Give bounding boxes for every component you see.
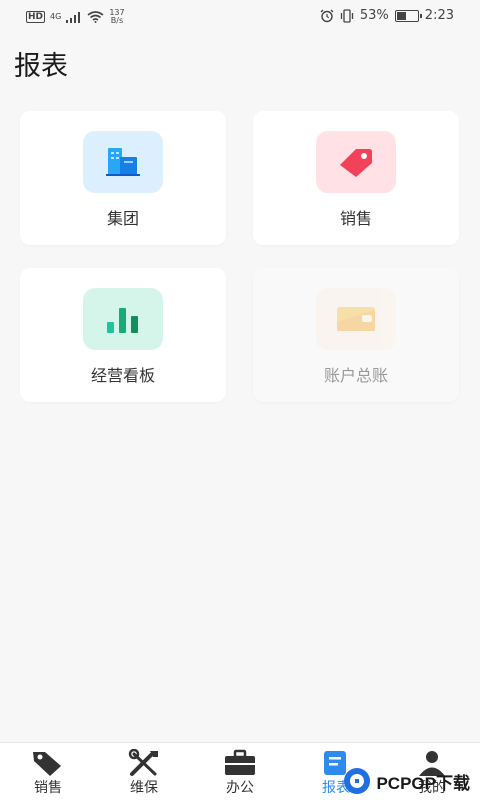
net-speed: 137 B/s <box>109 9 124 25</box>
alarm-icon <box>320 9 334 22</box>
card-dashboard-label: 经营看板 <box>90 366 155 385</box>
tab-sales-label: 销售 <box>34 780 62 796</box>
card-group-icon-bg <box>83 131 163 193</box>
battery-icon <box>394 9 422 22</box>
tab-sales[interactable]: 销售 <box>0 743 96 800</box>
page-title: 报表 <box>14 51 68 82</box>
vibrate-icon <box>340 8 354 23</box>
card-sales-icon-bg <box>316 131 396 193</box>
tab-maintenance-label: 维保 <box>130 780 158 796</box>
watermark-text: PCPOP下载 <box>376 773 470 793</box>
briefcase-icon <box>225 749 255 775</box>
card-dashboard-icon-bg <box>83 288 163 350</box>
card-ledger-icon-bg <box>316 288 396 350</box>
card-ledger-label: 账户总账 <box>323 366 388 385</box>
watermark: PCPOP下载 <box>342 766 470 796</box>
wallet-card-icon <box>337 307 375 331</box>
price-tag-icon <box>340 149 372 177</box>
wifi-icon <box>87 11 104 23</box>
network-type: 4G <box>50 12 62 21</box>
status-bar: HD 4G 137 B/s 53% 2:23 <box>0 0 480 32</box>
card-sales-label: 销售 <box>339 209 372 228</box>
tab-maintenance[interactable]: 维保 <box>96 743 192 800</box>
signal-icon <box>66 11 81 23</box>
net-speed-unit: B/s <box>110 16 124 25</box>
card-sales[interactable]: 销售 <box>253 111 459 245</box>
card-group[interactable]: 集团 <box>20 111 226 245</box>
clock: 2:23 <box>424 8 454 23</box>
tools-icon <box>128 749 158 776</box>
tab-office[interactable]: 办公 <box>192 743 288 800</box>
card-group-label: 集团 <box>106 209 139 228</box>
building-icon <box>106 148 140 176</box>
tag-icon <box>33 752 61 776</box>
watermark-logo-icon <box>344 768 371 794</box>
bar-chart-icon <box>107 308 138 333</box>
hd-icon: HD <box>26 11 46 23</box>
card-ledger: 账户总账 <box>253 268 459 402</box>
battery-percent: 53% <box>359 8 389 23</box>
card-dashboard[interactable]: 经营看板 <box>20 268 226 402</box>
tab-office-label: 办公 <box>226 780 254 796</box>
